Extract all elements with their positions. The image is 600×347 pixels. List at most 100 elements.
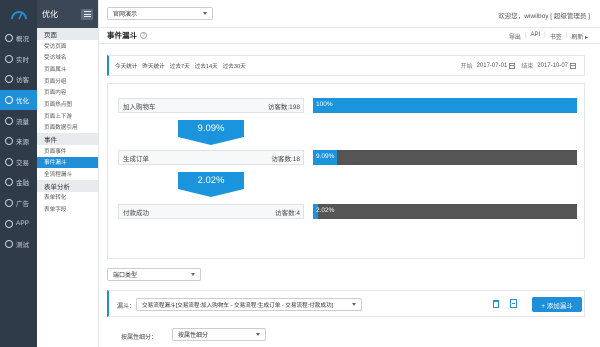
funnel-step: 生成订单 访客数:18 <box>118 150 304 165</box>
funnel-step-name: 付款成功 <box>123 209 149 217</box>
page-action-button[interactable]: 刷新 ▸ <box>571 32 588 41</box>
page-action-button[interactable]: 导出 <box>509 32 521 41</box>
end-label: 结束 <box>521 64 534 70</box>
sub-nav-item[interactable]: 事件漏斗 <box>37 156 98 169</box>
document-icon[interactable] <box>510 299 517 308</box>
calendar-icon[interactable] <box>570 62 576 69</box>
sub-nav-item[interactable]: 页面分组 <box>37 75 98 87</box>
rail-item[interactable]: 流量 <box>0 110 37 131</box>
chevron-down-icon <box>203 12 207 15</box>
funnel-config: 漏斗： 交易流程漏斗[交易流程:加入购物车 - 交易流程:生成订单 - 交易流程… <box>107 290 585 317</box>
page-header: 事件漏斗 ? 导出 | API | 书签 | 刷新 ▸ <box>99 28 600 44</box>
sub-nav-item[interactable]: 页面内容 <box>37 86 98 98</box>
rail-item-label: 优化 <box>16 98 29 106</box>
date-range-tab[interactable]: 过去14天 <box>195 62 218 70</box>
funnel-step: 付款成功 访客数:4 <box>118 204 304 219</box>
rail-item[interactable]: 测试 <box>0 234 37 255</box>
action-separator: | <box>565 32 568 38</box>
chevron-down-icon <box>256 333 260 336</box>
rail-item[interactable]: 金融 <box>0 172 37 193</box>
funnel-bar-fill <box>313 98 577 113</box>
rail-item-label: 金融 <box>16 180 29 188</box>
chevron-down-icon <box>352 303 356 306</box>
sub-nav-item[interactable]: 受访页面 <box>37 40 98 52</box>
page-action-button[interactable]: API <box>531 32 541 41</box>
rail-item[interactable]: 广告 <box>0 193 37 214</box>
funnel-chart: 加入购物车 访客数:198 100% 9.09% 生成订单 访客数:18 9.0… <box>107 83 585 259</box>
welcome-text: 欢迎您，wiwilboy [ 超级管理员 ] <box>498 13 590 20</box>
sub-nav-item[interactable]: 全流程漏斗 <box>37 168 98 180</box>
add-funnel-button[interactable]: + 添加漏斗 <box>532 297 582 312</box>
sub-nav-item[interactable]: 页面数据引用 <box>37 122 98 134</box>
site-select[interactable]: 官网演示 <box>107 7 213 20</box>
traffic-icon <box>5 116 13 125</box>
rail-item[interactable]: 概况 <box>0 28 37 49</box>
overview-icon <box>5 34 13 43</box>
rail-item[interactable]: 访客 <box>0 69 37 90</box>
top-bar: 官网演示 欢迎您，wiwilboy [ 超级管理员 ] <box>99 0 600 28</box>
filter-label: 按属性细分： <box>121 335 158 341</box>
conversion-arrow: 2.02% <box>178 172 244 197</box>
rail-item-label: APP <box>16 220 30 228</box>
test-icon <box>5 240 13 249</box>
sub-nav-item[interactable]: 页面上下游 <box>37 110 98 122</box>
conversion-rate: 9.09% <box>197 123 225 134</box>
funnel-bar-label: 9.09% <box>316 153 335 160</box>
source-icon <box>5 137 13 146</box>
logo[interactable] <box>0 0 37 28</box>
rail-item[interactable]: 来源 <box>0 131 37 152</box>
funnel-step: 加入购物车 访客数:198 <box>118 98 304 113</box>
start-date-input[interactable]: 2017-07-01 <box>477 63 508 69</box>
sub-nav-item[interactable]: 表单转化 <box>37 192 98 204</box>
end-date-input[interactable]: 2017-10-07 <box>537 63 568 69</box>
clock-icon <box>5 54 13 63</box>
date-range: 开始 2017-07-01 结束 2017-10-07 <box>461 61 576 70</box>
funnel-bar-label: 100% <box>316 101 333 108</box>
page-action-button[interactable]: 书签 <box>550 32 562 41</box>
date-range-tab[interactable]: 昨天统计 <box>142 62 164 70</box>
rail-item-label: 广告 <box>16 201 29 209</box>
page-title: 事件漏斗 <box>107 31 137 40</box>
dimension-select[interactable]: 端口类型 <box>107 268 201 281</box>
conversion-rate: 2.02% <box>197 175 225 186</box>
sub-nav: 优化 页面 受访页面 受访域名 页面属斗 页面分组 页面内容 页面热点图 页面上下游 页面数据引… <box>37 0 99 347</box>
help-icon[interactable]: ? <box>140 32 147 39</box>
sub-nav-group[interactable]: 页面 <box>37 28 98 40</box>
main-nav-rail: 概况实时访客优化流量来源交易金融广告 APP 测试 <box>0 0 37 347</box>
sub-nav-item[interactable]: 页面热点图 <box>37 98 98 110</box>
sub-nav-item[interactable]: 页面事件 <box>37 145 98 157</box>
menu-toggle-icon[interactable] <box>81 8 93 20</box>
rail-item[interactable]: APP <box>0 213 37 234</box>
start-label: 开始 <box>460 64 473 70</box>
filter-select[interactable]: 按属性细分 <box>172 328 266 341</box>
rail-item-label: 实时 <box>16 56 29 64</box>
conversion-arrow: 9.09% <box>178 120 244 145</box>
sub-nav-group[interactable]: 表单分析 <box>37 179 98 192</box>
rail-item-label: 交易 <box>16 159 29 167</box>
sub-nav-item[interactable]: 页面属斗 <box>37 63 98 75</box>
action-separator: | <box>544 32 546 38</box>
funnel-select-value: 交易流程漏斗[交易流程:加入购物车 - 交易流程:生成订单 - 交易流程:付款成… <box>142 302 334 309</box>
rail-item[interactable]: 交易 <box>0 152 37 173</box>
funnel-label: 漏斗： <box>117 304 136 310</box>
date-range-tab[interactable]: 过去30天 <box>223 62 246 70</box>
funnel-select[interactable]: 交易流程漏斗[交易流程:加入购物车 - 交易流程:生成订单 - 交易流程:付款成… <box>136 298 362 311</box>
rail-item[interactable]: 优化 <box>0 89 37 111</box>
trash-icon[interactable] <box>493 300 499 308</box>
sub-nav-header: 优化 <box>37 0 98 28</box>
date-range-tab[interactable]: 今天统计 <box>115 62 137 70</box>
gauge-logo-icon <box>10 11 27 20</box>
funnel-bar: 2.02% <box>313 204 577 219</box>
sub-nav-item[interactable]: 受访域名 <box>37 51 98 63</box>
sub-nav-item[interactable]: 表单字段 <box>37 203 98 215</box>
chevron-down-icon <box>191 273 195 276</box>
funnel-step-visitors: 访客数:4 <box>275 209 300 217</box>
calendar-icon[interactable] <box>509 62 516 69</box>
date-range-bar: 今天统计 昨天统计 过去7天 过去14天 过去30天 开始 2017-07-01 结束 … <box>107 55 585 76</box>
rail-item-label: 流量 <box>16 118 29 126</box>
date-range-tab[interactable]: 过去7天 <box>170 62 190 70</box>
sub-nav-group[interactable]: 事件 <box>37 133 98 145</box>
rail-item[interactable]: 实时 <box>0 49 37 70</box>
sub-nav-title: 优化 <box>42 9 58 19</box>
rail-item-label: 概况 <box>16 36 29 44</box>
